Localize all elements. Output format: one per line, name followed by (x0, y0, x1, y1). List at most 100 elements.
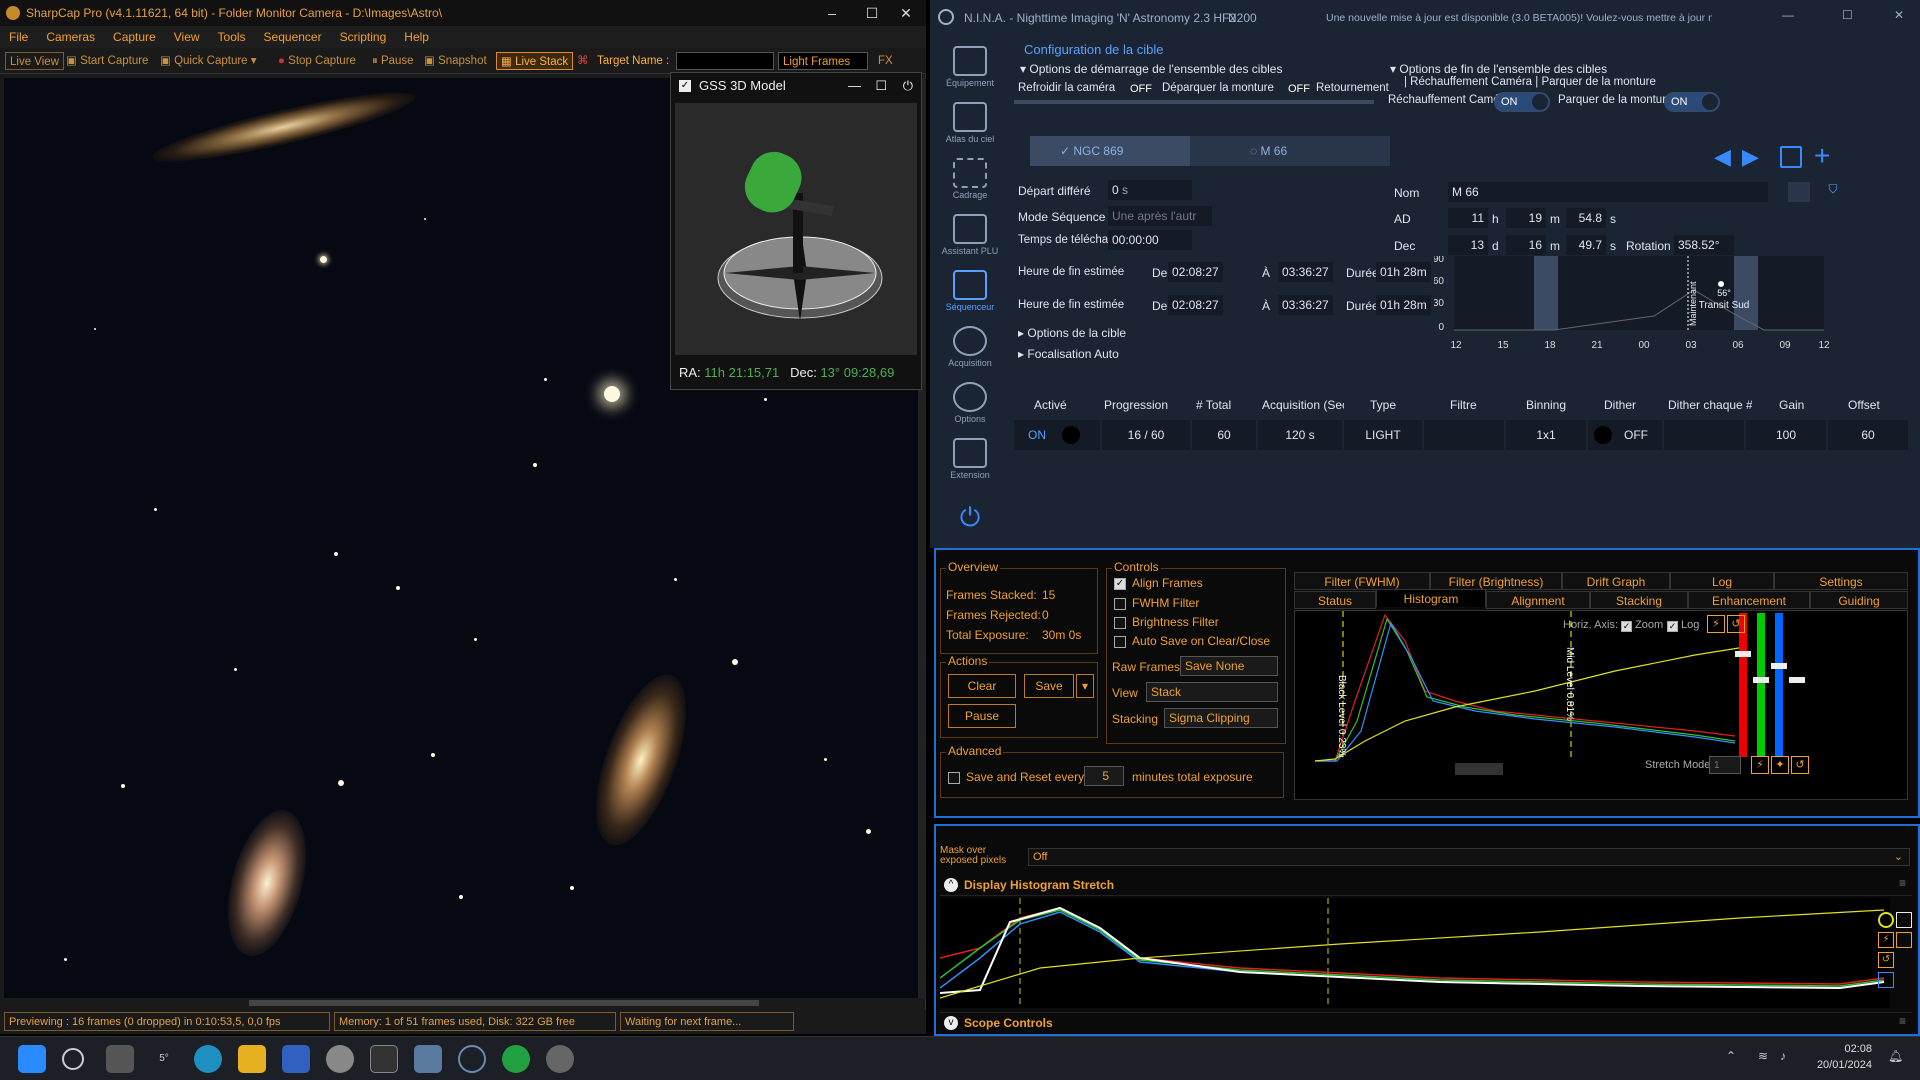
power-icon[interactable]: ⏻ (938, 502, 1002, 534)
dec-degrees[interactable]: 13 (1448, 235, 1488, 255)
search-icon[interactable] (1788, 182, 1810, 202)
edge-icon[interactable] (194, 1045, 222, 1073)
tab-log[interactable]: Log (1670, 572, 1774, 590)
tab-drift-graph[interactable]: Drift Graph (1562, 572, 1670, 590)
row-dither-every[interactable] (1664, 420, 1744, 450)
row-type[interactable]: LIGHT (1344, 420, 1422, 450)
horizontal-scrollbar[interactable] (4, 998, 918, 1008)
add-icon[interactable]: + (1814, 140, 1830, 172)
clock-date[interactable]: 20/01/2024 (1808, 1059, 1872, 1071)
menu-icon[interactable]: ≡ (1899, 876, 1906, 890)
store-icon[interactable] (282, 1045, 310, 1073)
tab-guiding[interactable]: Guiding (1810, 591, 1908, 609)
update-notice-link[interactable]: Une nouvelle mise à jour est disponible … (1326, 12, 1712, 24)
tab-filter-fwhm[interactable]: Filter (FWHM) (1294, 572, 1430, 590)
unpark-mount-toggle[interactable]: OFF (1264, 80, 1316, 100)
download-input[interactable]: 00:00:00 (1108, 230, 1192, 250)
delay-input[interactable]: 0 s (1108, 180, 1192, 200)
save-reset-stepper[interactable]: 5 (1084, 766, 1124, 786)
sidebar-item-sequencer[interactable]: Séquenceur (938, 270, 1002, 312)
raw-frames-select[interactable]: Save None (1180, 656, 1278, 676)
sidebar-item-options[interactable]: Options (938, 382, 1002, 424)
start-capture-button[interactable]: ▣ Start Capture (66, 52, 148, 70)
row-gain[interactable]: 100 (1746, 420, 1826, 450)
save-button[interactable]: Save (1024, 674, 1074, 698)
contrast-icon[interactable] (1896, 912, 1912, 928)
frame-type-select[interactable]: Light Frames (778, 52, 868, 70)
prev-target-icon[interactable]: ◀ (1714, 144, 1731, 170)
notification-icon[interactable]: 🔔︎ (1888, 1049, 1903, 1063)
maximize-icon[interactable]: ☐ (875, 73, 887, 99)
weather-icon[interactable]: 5° (150, 1045, 178, 1073)
row-active-toggle[interactable]: ON (1014, 420, 1100, 450)
start-icon[interactable] (18, 1045, 46, 1073)
info-icon[interactable] (1878, 912, 1894, 928)
dec-seconds[interactable]: 49.7 (1566, 235, 1606, 255)
tab-status[interactable]: Status (1294, 591, 1376, 609)
stacking-select[interactable]: Sigma Clipping (1164, 708, 1278, 728)
brightness-filter-checkbox[interactable] (1114, 617, 1126, 629)
row-dither-toggle[interactable]: OFF (1588, 420, 1662, 450)
expand-icon[interactable]: v (944, 1016, 958, 1030)
lock-icon[interactable] (1896, 932, 1912, 948)
stretch-histogram[interactable] (939, 898, 1890, 1008)
tab-stacking[interactable]: Stacking (1590, 591, 1688, 609)
target-options-expander[interactable]: ▸ Options de la cible (1018, 326, 1126, 340)
fx-button[interactable]: FX (878, 52, 893, 70)
target-name-input[interactable] (676, 52, 774, 70)
row-total[interactable]: 60 (1192, 420, 1256, 450)
rotation-input[interactable]: 358.52° (1674, 235, 1734, 255)
save-dropdown-button[interactable]: ▾ (1076, 674, 1094, 698)
sidebar-item-flat-wizard[interactable]: Assistant PLU (938, 214, 1002, 256)
row-offset[interactable]: 60 (1828, 420, 1908, 450)
search-icon[interactable] (62, 1048, 84, 1070)
save-reset-checkbox[interactable] (948, 772, 960, 784)
autofocus-expander[interactable]: ▸ Focalisation Auto (1018, 347, 1119, 361)
row-exposure[interactable]: 120 s (1258, 420, 1342, 450)
ad-seconds[interactable]: 54.8 (1566, 208, 1606, 228)
live-view-button[interactable]: Live View (5, 52, 65, 70)
minimize-icon[interactable]: – (812, 0, 852, 26)
sidebar-item-framing[interactable]: Cadrage (938, 158, 1002, 200)
wifi-icon[interactable]: ≋ (1758, 1049, 1768, 1063)
location-icon[interactable]: ⛉ (1822, 182, 1844, 202)
display-stretch-header[interactable]: ^ Display Histogram Stretch ≡ (940, 876, 1912, 896)
lightning-icon[interactable]: ⚡ (1751, 756, 1769, 774)
align-frames-checkbox[interactable]: ✓ (1114, 578, 1126, 590)
pause-button[interactable]: ⏸ Pause (372, 52, 414, 70)
power-icon[interactable]: ⏻ (903, 73, 913, 99)
ad-minutes[interactable]: 19 (1506, 208, 1546, 228)
zoom-checkbox[interactable]: ✓ (1621, 621, 1632, 632)
target-tab-m66[interactable]: ◌ M 66 (1190, 136, 1390, 166)
start-options-title[interactable]: ▾ Options de démarrage de l'ensemble des… (1020, 62, 1282, 76)
auto-save-checkbox[interactable] (1114, 636, 1126, 648)
tab-histogram[interactable]: Histogram (1376, 589, 1486, 607)
clock-time[interactable]: 02:08 (1812, 1043, 1872, 1055)
scope-controls-header[interactable]: v Scope Controls ≡ (940, 1012, 1912, 1032)
close-icon[interactable]: ✕ (886, 0, 926, 26)
fwhm-filter-checkbox[interactable] (1114, 598, 1126, 610)
snapshot-button[interactable]: ▣ Snapshot (424, 52, 487, 70)
mount-3d-view[interactable] (675, 103, 917, 355)
sidebar-item-sky-atlas[interactable]: Atlas du ciel (938, 102, 1002, 144)
sharpcap-taskbar-icon[interactable] (546, 1045, 574, 1073)
end-options-title[interactable]: ▾ Options de fin de l'ensemble des cible… (1390, 62, 1607, 76)
menu-scripting[interactable]: Scripting (331, 26, 396, 48)
quick-capture-button[interactable]: ▣ Quick Capture ▾ (160, 52, 257, 70)
target-tab-ngc869[interactable]: ✓ NGC 869 (1030, 136, 1200, 166)
menu-icon[interactable]: ≡ (1899, 1014, 1906, 1028)
seq-mode-select[interactable]: Une après l'autr (1108, 206, 1212, 226)
task-view-icon[interactable] (106, 1045, 134, 1073)
histogram-view[interactable]: Black Level 0.23% Mid Level 0.81% Horiz.… (1294, 610, 1908, 800)
volume-icon[interactable]: ♪ (1780, 1049, 1786, 1063)
lightning-icon[interactable]: ⚡ (1878, 932, 1894, 948)
options-scrollbar[interactable] (1014, 100, 1374, 104)
reset-icon[interactable]: ↺ (1791, 756, 1809, 774)
row-filter[interactable] (1424, 420, 1504, 450)
mask-select[interactable]: Off ⌄ (1028, 848, 1910, 866)
save-icon[interactable] (1878, 972, 1894, 988)
menu-capture[interactable]: Capture (104, 26, 165, 48)
cool-camera-toggle[interactable]: OFF (1106, 80, 1158, 100)
dec-minutes[interactable]: 16 (1506, 235, 1546, 255)
tab-alignment[interactable]: Alignment (1486, 591, 1590, 609)
